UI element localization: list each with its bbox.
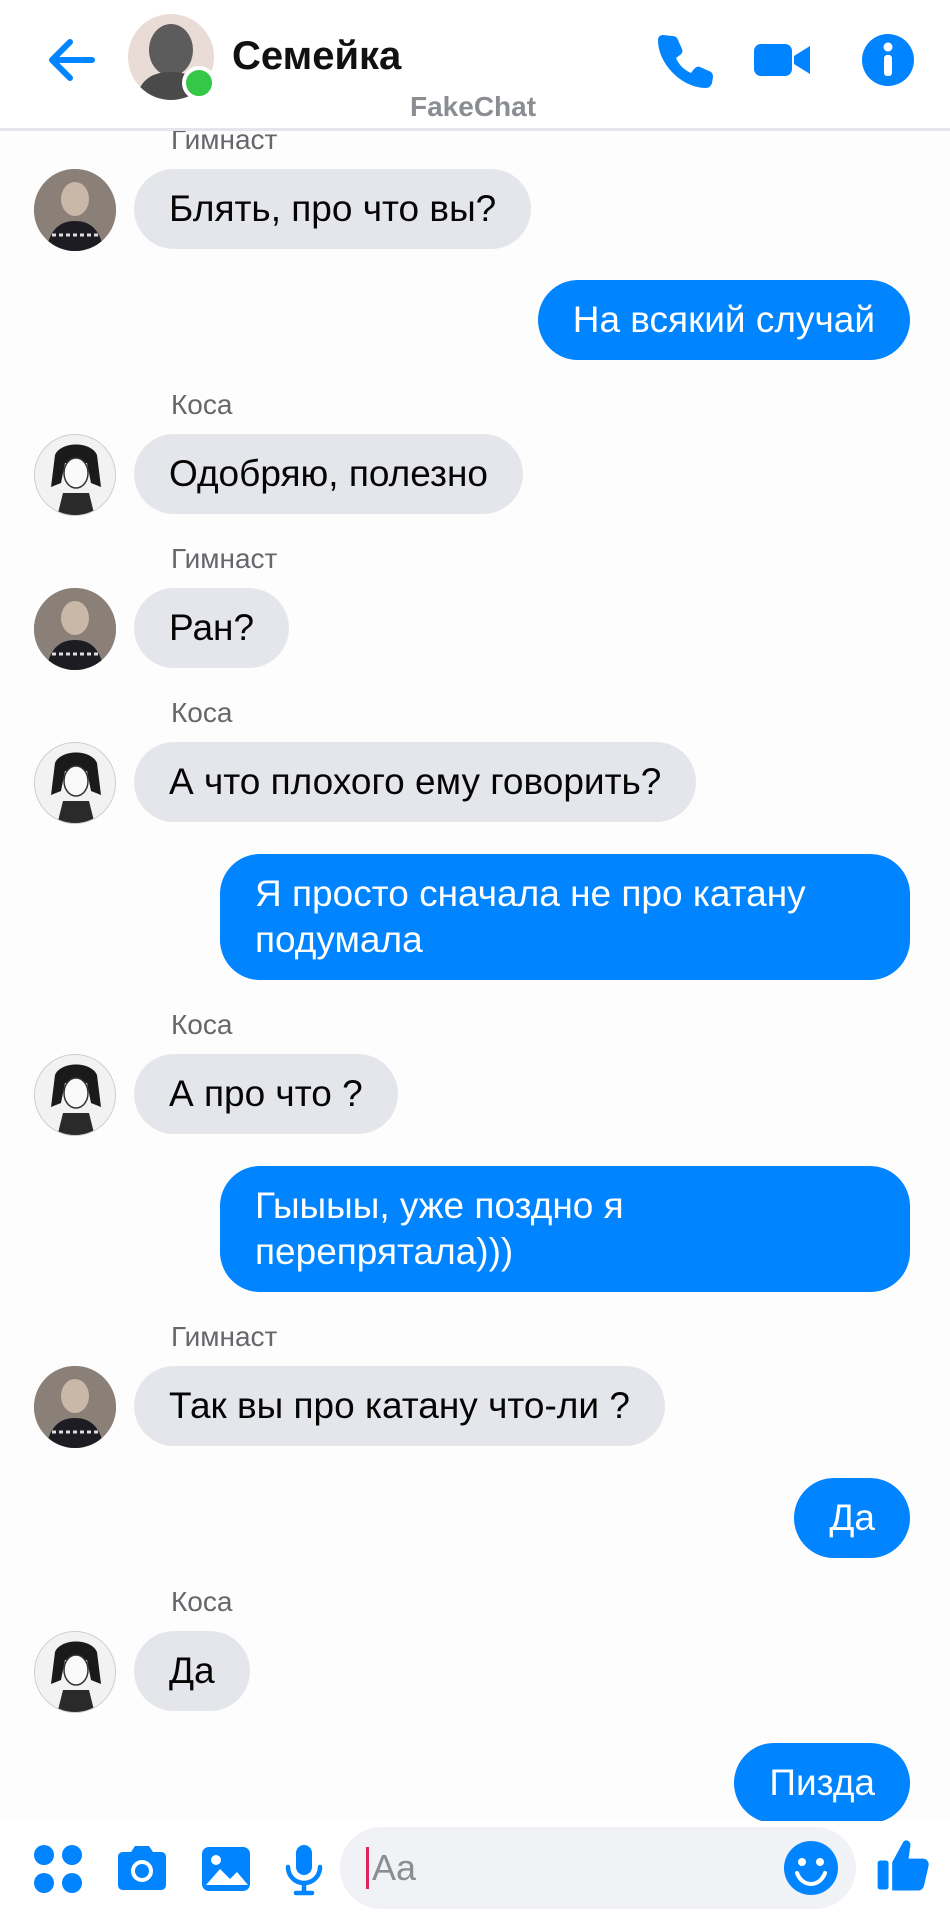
avatar-gymnast[interactable] <box>34 588 116 670</box>
incoming-message[interactable]: Одобряю, полезно <box>134 434 523 514</box>
avatar-kosa[interactable] <box>34 1054 116 1136</box>
avatar-kosa[interactable] <box>34 1631 116 1713</box>
incoming-message[interactable]: Так вы про катану что-ли ? <box>134 1366 665 1446</box>
incoming-message[interactable]: Да <box>134 1631 250 1711</box>
text-caret <box>366 1847 369 1889</box>
avatar-kosa[interactable] <box>34 742 116 824</box>
sender-name: Гимнаст <box>171 1321 278 1352</box>
avatar-gymnast[interactable] <box>34 169 116 251</box>
avatar-kosa[interactable] <box>34 434 116 516</box>
sender-name: Коса <box>171 1586 233 1617</box>
chat-title[interactable]: Семейка <box>232 32 401 80</box>
back-arrow-icon[interactable] <box>40 28 104 92</box>
outgoing-message[interactable]: Я просто сначала не про катану подумала <box>220 854 910 980</box>
outgoing-message[interactable]: На всякий случай <box>537 280 910 360</box>
sender-name: Гимнаст <box>171 131 278 155</box>
sender-name: Гимнаст <box>171 543 278 574</box>
camera-icon[interactable] <box>112 1839 172 1899</box>
thumbs-up-icon[interactable] <box>874 1835 940 1901</box>
apps-grid-icon[interactable] <box>28 1839 88 1899</box>
emoji-icon[interactable] <box>782 1839 840 1897</box>
incoming-message[interactable]: Блять, про что вы? <box>134 169 532 249</box>
app-watermark: FakeChat <box>410 91 537 122</box>
group-avatar[interactable] <box>128 14 216 100</box>
incoming-message[interactable]: Ран? <box>134 588 290 668</box>
outgoing-message[interactable]: Гыыыы, уже поздно я перепрятала))) <box>220 1166 910 1292</box>
message-input-placeholder: Aa <box>372 1847 417 1888</box>
sender-name: Коса <box>171 1009 233 1040</box>
avatar-gymnast[interactable] <box>34 1366 116 1448</box>
info-icon[interactable] <box>856 28 920 92</box>
outgoing-message[interactable]: Пизда <box>734 1743 910 1821</box>
outgoing-message[interactable]: Да <box>794 1478 910 1558</box>
gallery-icon[interactable] <box>196 1839 256 1899</box>
online-status-dot <box>182 66 216 100</box>
sender-name: Коса <box>171 697 233 728</box>
video-camera-icon[interactable] <box>750 28 814 92</box>
incoming-message[interactable]: А про что ? <box>134 1054 398 1134</box>
phone-icon[interactable] <box>654 28 718 92</box>
incoming-message[interactable]: А что плохого ему говорить? <box>134 742 697 822</box>
microphone-icon[interactable] <box>274 1839 334 1899</box>
sender-name: Коса <box>171 389 233 420</box>
message-composer: Aa <box>0 1821 950 1920</box>
message-list[interactable]: Гимнаст Блять, про что вы? На всякий слу… <box>0 131 950 1821</box>
message-input[interactable]: Aa <box>340 1827 856 1909</box>
chat-header: Семейка FakeChat <box>0 0 950 131</box>
